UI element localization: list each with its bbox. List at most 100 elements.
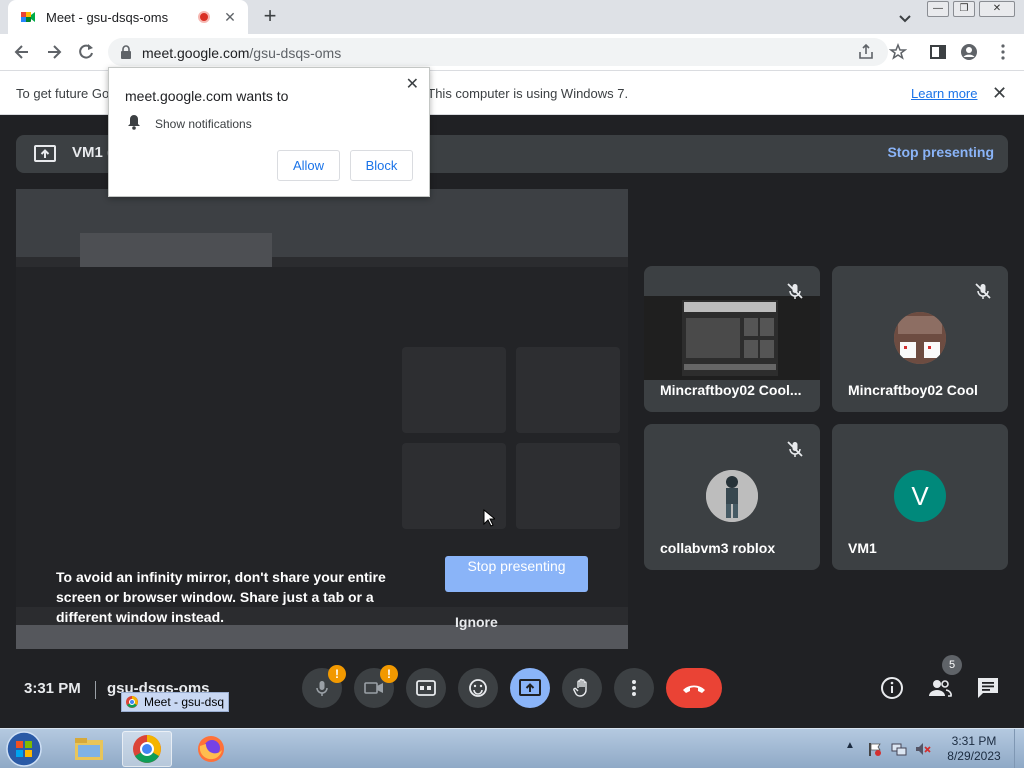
permission-item: Show notifications <box>155 117 252 131</box>
participant-tile[interactable]: collabvm3 roblox <box>644 424 820 570</box>
window-close-button[interactable]: ✕ <box>979 1 1015 17</box>
windows-start-icon[interactable] <box>4 730 44 768</box>
clock-date: 8/29/2023 <box>947 749 1001 763</box>
stop-presenting-link[interactable]: Stop presenting <box>887 144 994 160</box>
divider <box>95 681 96 699</box>
muted-mic-icon <box>975 283 991 299</box>
raise-hand-button[interactable] <box>562 668 602 708</box>
present-to-all-icon <box>519 679 541 696</box>
tab-title: Meet - gsu-dsqs-oms <box>46 9 169 25</box>
side-panel-icon[interactable] <box>929 43 947 61</box>
browser-titlebar: Meet - gsu-dsqs-oms ✕ + — ❐ ✕ <box>0 0 1024 34</box>
allow-button[interactable]: Allow <box>277 150 340 181</box>
present-now-button[interactable] <box>510 668 550 708</box>
ignore-button[interactable]: Ignore <box>455 614 498 630</box>
taskbar-chrome[interactable] <box>122 731 172 767</box>
mouse-cursor-icon <box>483 509 495 527</box>
mic-warning-badge: ! <box>328 665 346 683</box>
action-center-flag-icon[interactable] <box>866 741 882 757</box>
minecraft-avatar-icon <box>894 312 946 364</box>
participant-tile[interactable]: V VM1 <box>832 424 1008 570</box>
volume-muted-icon[interactable] <box>915 741 931 757</box>
participant-name: Mincraftboy02 Cool <box>848 382 978 398</box>
folder-icon <box>75 738 103 760</box>
chrome-icon <box>133 735 161 763</box>
minimize-button[interactable]: — <box>927 1 949 17</box>
network-icon[interactable] <box>891 741 907 757</box>
taskbar-tooltip: Meet - gsu-dsq <box>121 692 230 712</box>
profile-avatar-icon[interactable] <box>960 43 978 61</box>
permission-title: meet.google.com wants to <box>125 88 289 104</box>
muted-mic-icon <box>787 283 803 299</box>
reactions-button[interactable] <box>458 668 498 708</box>
stop-presenting-button[interactable]: Stop presenting <box>445 556 588 592</box>
muted-mic-icon <box>787 441 803 457</box>
windows-taskbar: ▲ 3:31 PM 8/29/2023 <box>0 728 1024 768</box>
taskbar-firefox[interactable] <box>186 731 236 767</box>
back-arrow-icon[interactable] <box>12 42 32 62</box>
url-host: meet.google.com <box>142 45 250 61</box>
lock-icon[interactable] <box>118 44 134 60</box>
captions-button[interactable] <box>406 668 446 708</box>
notification-permission-dialog: meet.google.com wants to ✕ Show notifica… <box>108 67 430 197</box>
reload-icon[interactable] <box>76 42 96 62</box>
taskbar-explorer[interactable] <box>64 731 114 767</box>
system-clock[interactable]: 3:31 PM 8/29/2023 <box>940 734 1008 764</box>
infobar-close-icon[interactable]: ✕ <box>992 83 1007 104</box>
share-icon[interactable] <box>857 43 875 61</box>
participant-screen-thumbnail <box>644 296 820 380</box>
bookmark-star-icon[interactable] <box>889 43 907 61</box>
raise-hand-icon <box>573 678 587 697</box>
camera-warning-badge: ! <box>380 665 398 683</box>
hang-up-icon <box>683 685 705 693</box>
new-tab-button[interactable]: + <box>258 5 282 29</box>
roblox-avatar-icon <box>706 470 758 522</box>
tab-close-icon[interactable]: ✕ <box>222 9 238 26</box>
tray-expand-icon[interactable]: ▲ <box>845 740 855 751</box>
chrome-menu-icon[interactable] <box>994 43 1012 61</box>
camera-icon <box>364 682 383 694</box>
leave-call-button[interactable] <box>666 668 722 708</box>
restore-button[interactable]: ❐ <box>953 1 975 17</box>
mirror-tile <box>516 443 620 529</box>
browser-toolbar: meet.google.com/gsu-dsqs-oms <box>0 34 1024 71</box>
participant-count-badge: 5 <box>942 655 962 675</box>
meeting-time: 3:31 PM <box>24 680 81 697</box>
meet-main: VM1 (You, presenting) Stop presenting To… <box>0 115 1024 728</box>
participant-name: VM1 <box>848 540 877 556</box>
google-meet-icon <box>21 12 35 22</box>
participant-name: collabvm3 roblox <box>660 540 776 556</box>
more-options-button[interactable] <box>614 668 654 708</box>
emoji-icon <box>469 679 487 697</box>
block-button[interactable]: Block <box>350 150 413 181</box>
learn-more-link[interactable]: Learn more <box>911 86 977 101</box>
url-text: meet.google.com/gsu-dsqs-oms <box>142 45 341 61</box>
participant-tile[interactable]: Mincraftboy02 Cool... <box>644 266 820 412</box>
address-bar[interactable]: meet.google.com/gsu-dsqs-oms <box>108 38 888 66</box>
url-path: /gsu-dsqs-oms <box>249 45 342 61</box>
tab-search-chevron-icon[interactable] <box>896 9 914 27</box>
avatar <box>706 470 758 522</box>
people-icon[interactable] <box>927 675 953 701</box>
tooltip-text: Meet - gsu-dsq <box>144 695 225 709</box>
mirror-tile <box>516 347 620 433</box>
present-screen-icon <box>34 145 56 162</box>
closed-captions-icon <box>416 680 436 696</box>
participant-name: Mincraftboy02 Cool... <box>660 382 802 398</box>
chat-icon[interactable] <box>975 675 1001 701</box>
meeting-details-icon[interactable] <box>879 675 905 701</box>
recording-indicator-icon <box>198 11 210 23</box>
mic-icon <box>316 681 328 696</box>
infinity-mirror-warning: To avoid an infinity mirror, don't share… <box>56 569 386 625</box>
participant-tile[interactable]: Mincraftboy02 Cool <box>832 266 1008 412</box>
forward-arrow-icon[interactable] <box>44 42 64 62</box>
more-vert-icon <box>632 680 636 696</box>
browser-tab[interactable]: Meet - gsu-dsqs-oms ✕ <box>8 0 248 34</box>
permission-close-icon[interactable]: ✕ <box>406 74 419 94</box>
mirror-tile <box>402 347 506 433</box>
bell-icon <box>128 115 140 130</box>
chrome-icon <box>126 696 138 708</box>
avatar: V <box>894 470 946 522</box>
show-desktop-button[interactable] <box>1014 729 1024 768</box>
screen-share-thumbnail-icon <box>682 300 778 376</box>
